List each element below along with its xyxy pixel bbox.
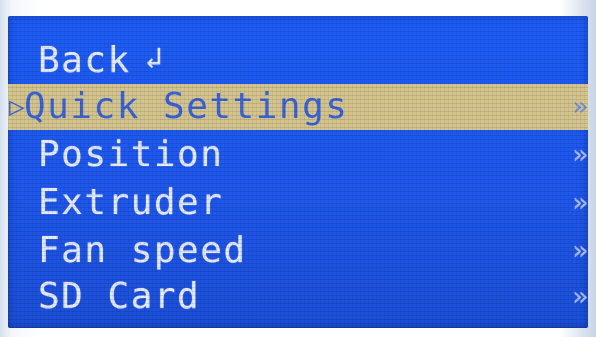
menu-item-label: SD Card (38, 276, 201, 317)
menu-item-label: Quick Settings (24, 86, 349, 127)
submenu-chevron-icon: » (572, 188, 588, 218)
menu-item-label: Extruder (38, 182, 224, 223)
menu-item-label: Back ↲ (38, 38, 164, 86)
menu-item-sd-card[interactable]: SD Card » (8, 274, 588, 320)
device-frame: Back ↲ ▷ Quick Settings » Position » Extr… (0, 0, 596, 337)
submenu-chevron-icon: » (572, 92, 588, 122)
menu-item-label: Fan speed (38, 230, 247, 271)
menu-item-quick-settings[interactable]: ▷ Quick Settings » (8, 84, 588, 130)
back-label: Back (38, 40, 131, 81)
menu-item-extruder[interactable]: Extruder » (8, 180, 588, 226)
menu-item-back[interactable]: Back ↲ (8, 38, 588, 84)
submenu-chevron-icon: » (572, 236, 588, 266)
submenu-chevron-icon: » (572, 282, 588, 312)
return-arrow-icon: ↲ (144, 41, 165, 76)
lcd-screen: Back ↲ ▷ Quick Settings » Position » Extr… (8, 16, 588, 328)
menu-item-fan-speed[interactable]: Fan speed » (8, 228, 588, 274)
menu-item-position[interactable]: Position » (8, 132, 588, 178)
submenu-chevron-icon: » (572, 140, 588, 170)
menu-item-label: Position (38, 134, 224, 175)
